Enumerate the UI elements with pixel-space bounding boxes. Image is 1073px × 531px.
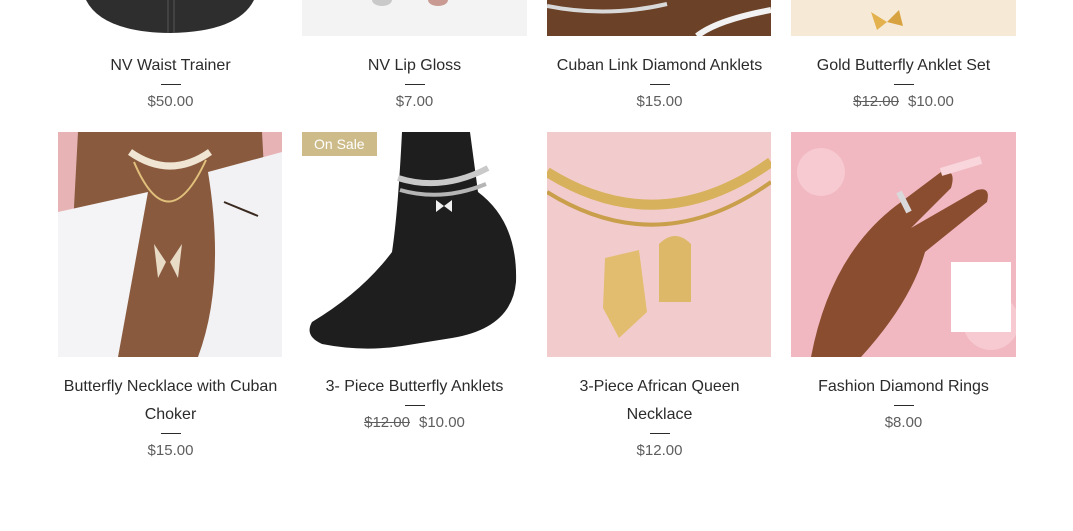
divider: [404, 84, 425, 85]
product-price: $50.00: [147, 93, 194, 110]
divider: [160, 84, 181, 85]
product-name[interactable]: Butterfly Necklace with Cuban Choker: [58, 373, 283, 429]
product-card[interactable]: Butterfly Necklace with Cuban Choker $15…: [58, 373, 283, 462]
product-image-diamond-rings[interactable]: [791, 132, 1016, 357]
product-price: $12.00 $10.00: [302, 412, 527, 434]
product-card[interactable]: 3- Piece Butterfly Anklets $12.00 $10.00: [302, 373, 527, 434]
product-card[interactable]: Cuban Link Diamond Anklets $15.00: [547, 52, 772, 113]
product-card[interactable]: NV Lip Gloss $7.00: [302, 52, 527, 113]
original-price: $12.00: [853, 93, 899, 110]
product-image-butterfly-anklets[interactable]: On Sale: [302, 132, 527, 357]
divider: [160, 433, 181, 434]
product-image-lip-gloss[interactable]: [302, 0, 527, 36]
product-image-butterfly-necklace[interactable]: [58, 132, 282, 357]
product-price: $15.00: [636, 93, 683, 110]
product-price: $12.00: [636, 442, 683, 459]
product-image-cuban-anklets[interactable]: [547, 0, 771, 36]
divider: [893, 84, 914, 85]
divider: [404, 405, 425, 406]
product-image-african-queen-necklace[interactable]: [547, 132, 771, 357]
sale-price: $10.00: [908, 93, 954, 110]
product-price: $8.00: [884, 414, 923, 431]
product-name[interactable]: 3- Piece Butterfly Anklets: [302, 373, 527, 401]
original-price: $12.00: [364, 414, 410, 431]
product-price: $12.00 $10.00: [791, 91, 1016, 113]
divider: [893, 405, 914, 406]
product-name[interactable]: 3-Piece African Queen Necklace: [547, 373, 772, 429]
product-name[interactable]: Fashion Diamond Rings: [791, 373, 1016, 401]
product-image-gold-butterfly-anklet[interactable]: [791, 0, 1016, 36]
product-name[interactable]: Cuban Link Diamond Anklets: [547, 52, 772, 80]
product-price: $15.00: [147, 442, 194, 459]
divider: [649, 84, 670, 85]
product-card[interactable]: Fashion Diamond Rings $8.00: [791, 373, 1016, 434]
sale-price: $10.00: [419, 414, 465, 431]
product-name[interactable]: NV Lip Gloss: [302, 52, 527, 80]
product-price: $7.00: [395, 93, 434, 110]
divider: [649, 433, 670, 434]
product-card[interactable]: 3-Piece African Queen Necklace $12.00: [547, 373, 772, 462]
product-image-waist-trainer[interactable]: [58, 0, 282, 36]
on-sale-badge: On Sale: [302, 132, 377, 156]
product-name[interactable]: NV Waist Trainer: [58, 52, 283, 80]
product-card[interactable]: Gold Butterfly Anklet Set $12.00 $10.00: [791, 52, 1016, 113]
product-name[interactable]: Gold Butterfly Anklet Set: [791, 52, 1016, 80]
product-card[interactable]: NV Waist Trainer $50.00: [58, 52, 283, 113]
